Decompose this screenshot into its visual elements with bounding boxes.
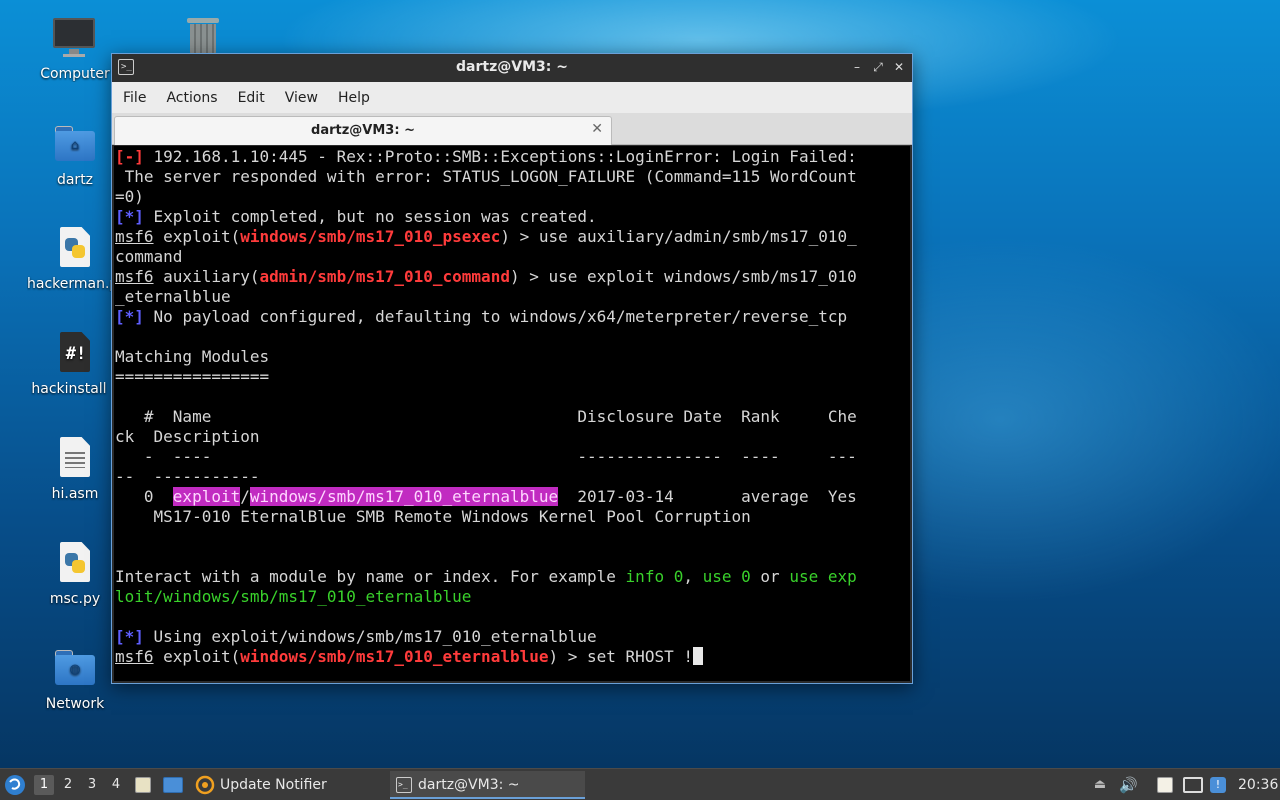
window-title: dartz@VM3: ~ (456, 59, 568, 75)
menu-actions[interactable]: Actions (159, 90, 224, 106)
terminal-line: msf6 exploit(windows/smb/ms17_010_psexec… (115, 227, 857, 246)
table-header: ck Description (115, 427, 260, 446)
window-titlebar[interactable]: >_ dartz@VM3: ~ – ⤢ ✕ (112, 54, 912, 82)
app-menu-icon (5, 775, 25, 795)
workspace-2[interactable]: 2 (58, 775, 78, 795)
taskbar: 1 2 3 4 Update Notifier >_ dartz@VM3: ~ … (0, 768, 1280, 800)
tab-label: dartz@VM3: ~ (311, 123, 415, 138)
terminal-line: The server responded with error: STATUS_… (115, 167, 857, 186)
info-tag: [*] (115, 307, 144, 326)
show-desktop-icon[interactable] (163, 777, 183, 793)
search-highlight: exploit (172, 487, 241, 506)
table-divider: - ---- --------------- ---- --- (115, 447, 857, 466)
module-name: admin/smb/ms17_010_command (259, 267, 510, 286)
menu-bar: File Actions Edit View Help (112, 82, 912, 113)
terminal-tab[interactable]: dartz@VM3: ~ ✕ (114, 116, 612, 145)
terminal-line: [-] 192.168.1.10:445 - Rex::Proto::SMB::… (115, 147, 857, 166)
menu-edit[interactable]: Edit (231, 90, 272, 106)
maximize-button[interactable]: ⤢ (869, 58, 887, 76)
file-manager-launcher-icon[interactable] (135, 777, 151, 793)
tab-bar: dartz@VM3: ~ ✕ (112, 113, 912, 145)
terminal-task-label: dartz@VM3: ~ (418, 777, 520, 793)
update-notifier-task[interactable]: Update Notifier (192, 771, 382, 799)
terminal-line: command (115, 247, 183, 266)
terminal-window[interactable]: >_ dartz@VM3: ~ – ⤢ ✕ File Actions Edit … (111, 53, 913, 684)
terminal-line: Matching Modules (115, 347, 270, 366)
desktop-icon-label: Computer (40, 66, 110, 82)
terminal-input-line[interactable]: msf6 exploit(windows/smb/ms17_010_eterna… (115, 647, 910, 667)
module-name: windows/smb/ms17_010_eternalblue (240, 647, 549, 666)
python-file-icon (53, 541, 97, 585)
terminal-line: =0) (115, 187, 144, 206)
desktop-icon-label: msc.py (49, 591, 101, 607)
clipboard-icon[interactable] (1157, 777, 1173, 793)
text-cursor (692, 647, 703, 665)
computer-icon (53, 16, 97, 60)
desktop-icon-hi-asm[interactable]: hi.asm (27, 436, 123, 502)
desktop-icon-msc[interactable]: msc.py (27, 541, 123, 607)
error-tag: [-] (115, 147, 144, 166)
info-tag: [*] (115, 207, 144, 226)
terminal-line: msf6 auxiliary(admin/smb/ms17_010_comman… (115, 267, 857, 286)
workspace-4[interactable]: 4 (106, 775, 126, 795)
desktop-icon-label: hackinstall (31, 381, 107, 397)
text-file-icon (53, 436, 97, 480)
menu-view[interactable]: View (278, 90, 325, 106)
close-button[interactable]: ✕ (890, 58, 908, 76)
table-row-description: MS17-010 EternalBlue SMB Remote Windows … (115, 507, 751, 526)
terminal-line: ================ (115, 367, 270, 386)
terminal-task-icon: >_ (396, 777, 412, 793)
home-folder-icon: ⌂ (53, 122, 97, 166)
terminal-line: [*] No payload configured, defaulting to… (115, 307, 848, 326)
desktop-icon-network[interactable]: ◍ Network (27, 646, 123, 712)
terminal-task[interactable]: >_ dartz@VM3: ~ (390, 771, 585, 799)
table-header: # Name Disclosure Date Rank Che (115, 407, 857, 426)
script-file-icon: #! (53, 331, 97, 375)
minimize-button[interactable]: – (848, 58, 866, 76)
module-name: windows/smb/ms17_010_psexec (240, 227, 501, 246)
terminal-line: _eternalblue (115, 287, 231, 306)
notification-icon[interactable]: ! (1210, 777, 1226, 793)
search-highlight: windows/smb/ms17_010_eternalblue (249, 487, 559, 506)
eject-icon[interactable]: ⏏ (1092, 777, 1108, 793)
clock[interactable]: 20:36 (1238, 769, 1278, 800)
update-notifier-icon (195, 775, 215, 795)
terminal-line: loit/windows/smb/ms17_010_eternalblue (115, 587, 472, 606)
desktop-icon-computer[interactable]: Computer (27, 16, 123, 82)
desktop-icon-label: hi.asm (51, 486, 99, 502)
msf-prompt: msf6 (115, 267, 154, 286)
desktop-icon-label: hackerman.py (27, 276, 111, 292)
desktop-icon-label: Network (45, 696, 105, 712)
info-tag: [*] (115, 627, 144, 646)
volume-icon[interactable]: 🔊 (1119, 777, 1138, 793)
menu-help[interactable]: Help (331, 90, 377, 106)
tab-close-icon[interactable]: ✕ (591, 121, 603, 137)
table-row: 0 exploit/windows/smb/ms17_010_eternalbl… (115, 487, 857, 506)
desktop-icon-hackinstall[interactable]: #! hackinstall (27, 331, 123, 397)
msf-prompt: msf6 (115, 647, 154, 666)
workspace-1[interactable]: 1 (34, 775, 54, 795)
network-folder-icon: ◍ (53, 646, 97, 690)
desktop-icon-hackerman[interactable]: hackerman.py (27, 226, 123, 292)
desktop-icon-label: dartz (56, 172, 94, 188)
terminal-line: Interact with a module by name or index.… (115, 567, 857, 586)
terminal-line: [*] Using exploit/windows/smb/ms17_010_e… (115, 627, 597, 646)
command-input[interactable]: ) > set RHOST ! (548, 647, 693, 666)
msf-prompt: msf6 (115, 227, 154, 246)
terminal-line: [*] Exploit completed, but no session wa… (115, 207, 597, 226)
terminal-output[interactable]: [-] 192.168.1.10:445 - Rex::Proto::SMB::… (114, 146, 910, 681)
python-file-icon (53, 226, 97, 270)
desktop-icon-home-folder[interactable]: ⌂ dartz (27, 122, 123, 188)
workspace-3[interactable]: 3 (82, 775, 102, 795)
start-menu-button[interactable] (4, 769, 28, 800)
network-status-icon[interactable] (1183, 777, 1203, 793)
update-notifier-label: Update Notifier (220, 777, 327, 793)
table-divider: -- ----------- (115, 467, 260, 486)
menu-file[interactable]: File (116, 90, 153, 106)
